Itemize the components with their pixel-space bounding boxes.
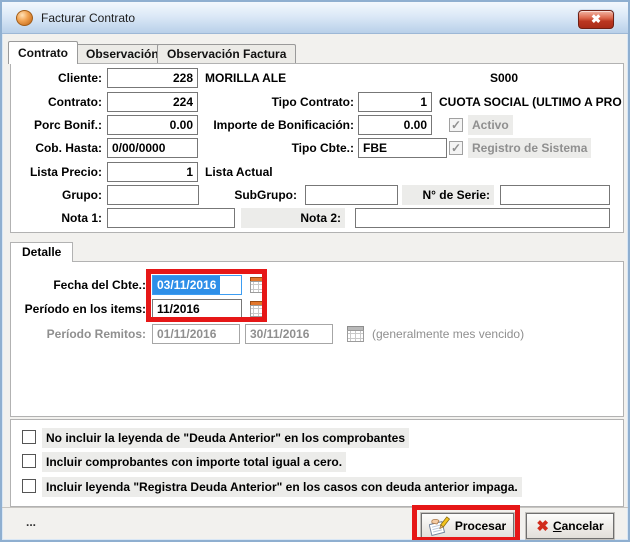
nota2-label: Nota 2: [241,208,345,228]
remitos-desde-field: 01/11/2016 [152,324,240,344]
tipo-contrato-label: Tipo Contrato: [160,92,354,112]
calendar-icon[interactable] [250,301,267,317]
lista-actual-text: Lista Actual [205,162,405,182]
tab-contrato[interactable]: Contrato [8,41,78,64]
remitos-hasta-field: 30/11/2016 [245,324,333,344]
status-ellipsis: ... [26,515,36,529]
cliente-label: Cliente: [10,68,102,88]
cob-hasta-label: Cob. Hasta: [10,138,102,158]
registro-sistema-label: Registro de Sistema [468,138,591,158]
tipo-contrato-desc: CUOTA SOCIAL (ULTIMO A PRO [439,92,623,112]
tipo-cbte-field[interactable]: FBE [358,138,447,158]
lista-precio-field[interactable]: 1 [107,162,198,182]
nota1-label: Nota 1: [10,208,102,228]
option-checkbox-registra-deuda[interactable]: ✓ [22,479,36,493]
option-label: No incluir la leyenda de "Deuda Anterior… [42,428,409,448]
check-icon: ✓ [451,141,461,155]
tab-observacion[interactable]: Observación [76,44,169,64]
title-bar[interactable]: Facturar Contrato ✖ [2,2,628,34]
procesar-button[interactable]: Procesar [421,513,514,539]
window-title: Facturar Contrato [41,2,135,34]
app-sphere-icon [16,10,33,26]
nota1-field[interactable] [107,208,235,228]
periodo-items-field[interactable]: 11/2016 [152,299,242,319]
check-icon: ✓ [451,118,461,132]
writing-hand-icon [429,516,451,536]
calendar-icon[interactable] [250,277,267,293]
activo-label: Activo [468,115,513,135]
serie-field[interactable] [500,185,610,205]
fecha-cbte-field[interactable]: 03/11/2016 [152,275,242,295]
cliente-nombre: MORILLA ALE [205,68,455,88]
grupo-field[interactable] [107,185,199,205]
footer-divider [2,507,628,508]
lista-precio-label: Lista Precio: [10,162,102,182]
option-label: Incluir comprobantes con importe total i… [42,452,346,472]
fecha-cbte-selected-text: 03/11/2016 [153,276,220,294]
serie-label: N° de Serie: [402,185,494,205]
fecha-cbte-label: Fecha del Cbte.: [10,275,146,295]
cancelar-label: Cancelar [553,519,604,533]
registro-sistema-checkbox: ✓ [449,141,463,155]
procesar-label: Procesar [455,519,506,533]
periodo-remitos-label: Período Remitos: [10,324,146,344]
close-icon: ✖ [591,12,601,26]
option-label: Incluir leyenda "Registra Deuda Anterior… [42,477,522,497]
activo-checkbox: ✓ [449,118,463,132]
cliente-codigo: S000 [490,68,550,88]
cancel-x-icon: ✖ [536,519,549,534]
importe-bonif-label: Importe de Bonificación: [160,115,354,135]
facturar-contrato-dialog: Facturar Contrato ✖ Contrato Observación… [0,0,630,542]
cancelar-button[interactable]: ✖ Cancelar [526,513,614,539]
remitos-hint: (generalmente mes vencido) [372,324,524,344]
subgrupo-field[interactable] [305,185,398,205]
nota2-field[interactable] [355,208,610,228]
option-checkbox-importe-cero[interactable]: ✓ [22,454,36,468]
contrato-label: Contrato: [10,92,102,112]
periodo-items-label: Período en los items: [10,299,146,319]
calendar-icon-disabled [347,326,364,342]
close-button[interactable]: ✖ [578,10,614,29]
cliente-field[interactable]: 228 [107,68,198,88]
importe-bonif-field[interactable]: 0.00 [358,115,432,135]
option-checkbox-deuda-anterior[interactable]: ✓ [22,430,36,444]
grupo-label: Grupo: [10,185,102,205]
tab-detalle[interactable]: Detalle [10,242,73,262]
subgrupo-label: SubGrupo: [212,185,297,205]
porc-bonif-label: Porc Bonif.: [10,115,102,135]
tipo-cbte-label: Tipo Cbte.: [160,138,354,158]
tab-observacion-factura[interactable]: Observación Factura [157,44,296,64]
tipo-contrato-field[interactable]: 1 [358,92,432,112]
